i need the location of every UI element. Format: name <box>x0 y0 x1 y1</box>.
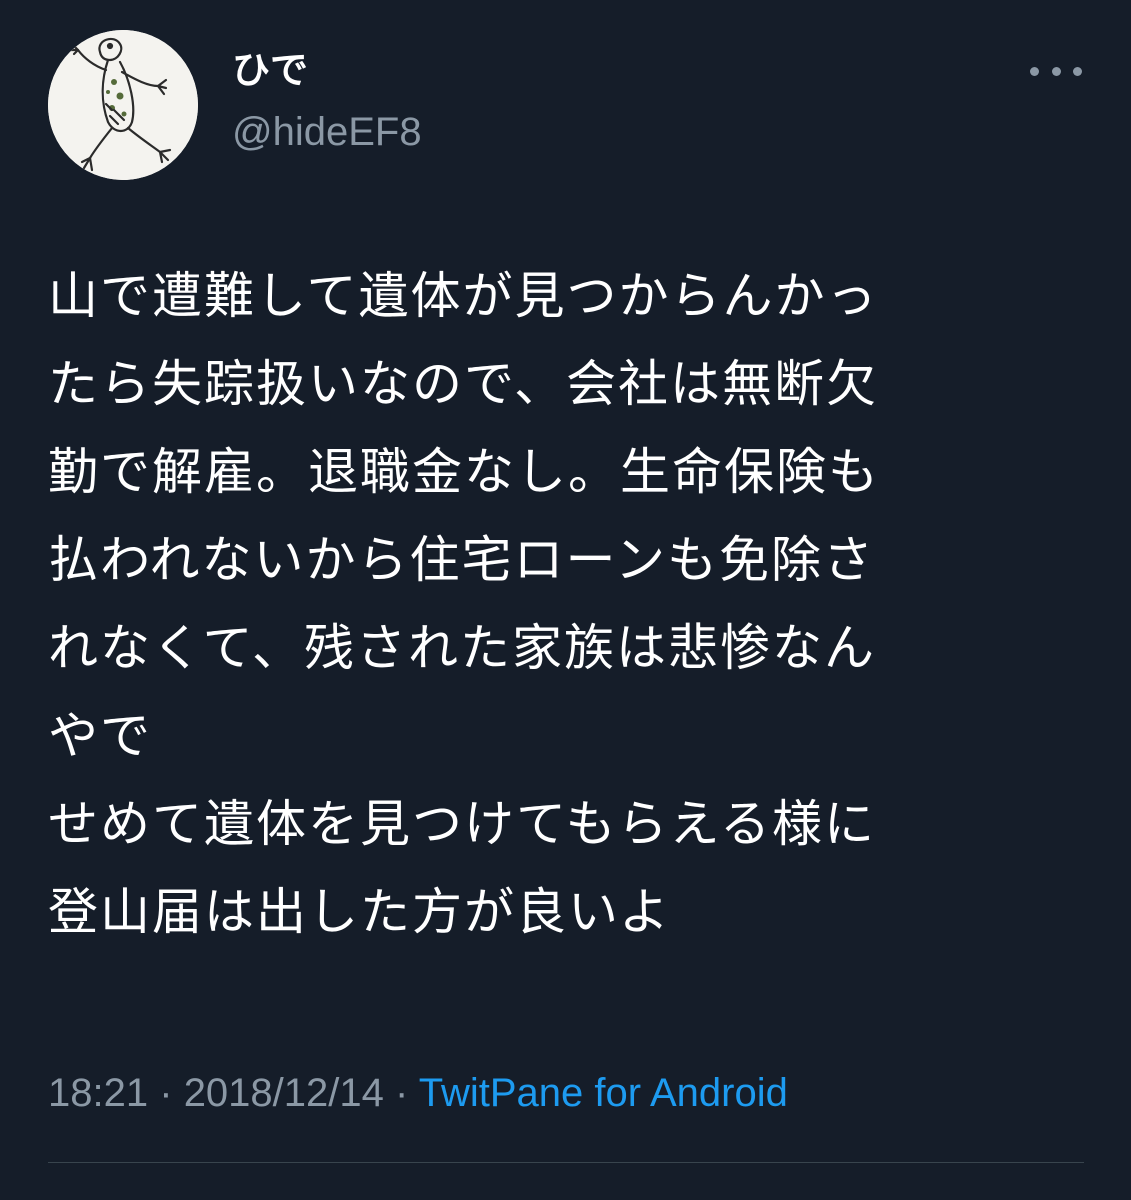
tweet-date: 2018/12/14 <box>183 1071 384 1115</box>
more-dot-icon <box>1073 66 1082 76</box>
meta-separator: · <box>159 1071 173 1115</box>
more-dot-icon <box>1051 66 1061 76</box>
display-name[interactable]: ひで <box>232 48 308 92</box>
frog-avatar-icon <box>48 30 198 180</box>
more-options-button[interactable] <box>1030 58 1082 84</box>
tweet-time: 18:21 <box>48 1071 149 1115</box>
more-dot-icon <box>1030 66 1039 76</box>
user-handle[interactable]: @hideEF8 <box>232 108 422 156</box>
tweet-meta: 18:21 · 2018/12/14 · TwitPane for Androi… <box>48 1068 788 1118</box>
divider <box>48 1162 1084 1163</box>
tweet-text: 山で遭難して遺体が見つからんかっ たら失踪扱いなので、会社は無断欠 勤で解雇。退… <box>48 267 880 941</box>
meta-separator: · <box>395 1071 409 1115</box>
source-link[interactable]: TwitPane for Android <box>419 1071 788 1115</box>
tweet-card: ひで @hideEF8 山で遭難して遺体が見つからんかっ たら失踪扱いなので、会… <box>0 0 1131 1200</box>
avatar[interactable] <box>48 30 198 180</box>
